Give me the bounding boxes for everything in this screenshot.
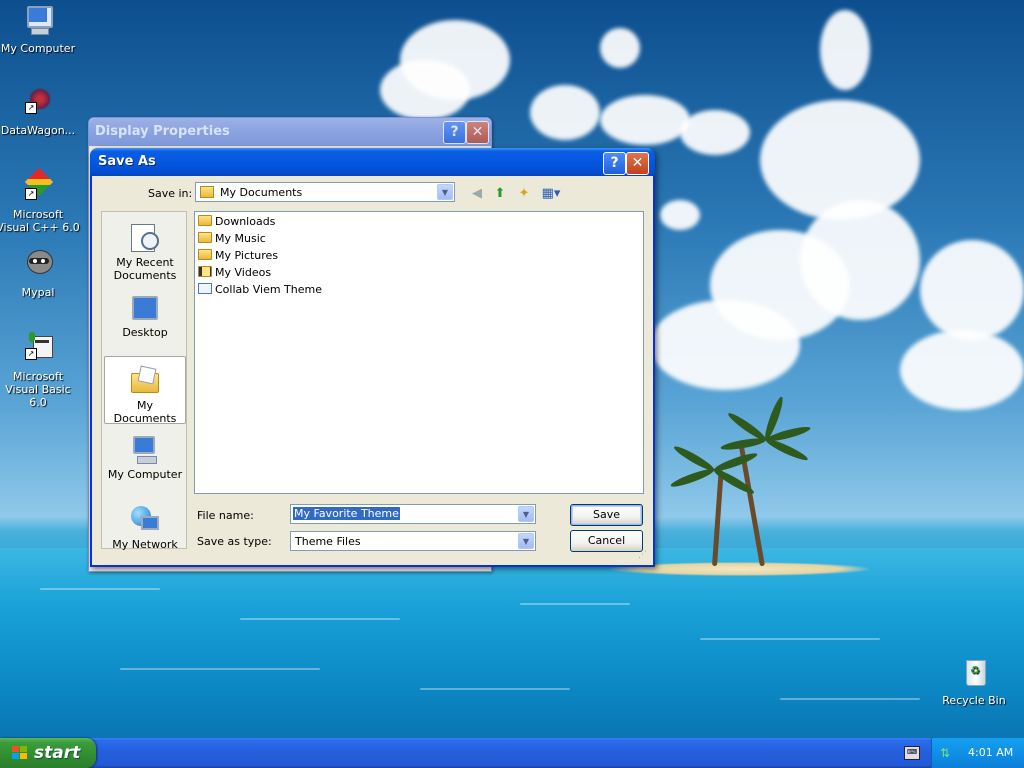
place-label: My Documents <box>113 399 177 425</box>
shortcut-arrow-icon: ↗ <box>25 348 37 360</box>
window-title: Display Properties <box>95 124 230 139</box>
place-label: My Network <box>112 538 178 551</box>
close-button[interactable]: ✕ <box>466 121 489 144</box>
desktop-icon-recycle-bin[interactable]: ♻ Recycle Bin <box>932 656 1016 707</box>
save-button[interactable]: Save <box>570 504 643 526</box>
my-documents-folder-icon <box>200 186 214 198</box>
windows-logo-icon <box>12 746 28 760</box>
back-icon[interactable]: ◀ <box>467 184 487 204</box>
dialog-title: Save As <box>98 154 156 169</box>
visual-basic-icon: ↗ <box>21 332 55 366</box>
place-my-computer[interactable]: My Computer <box>104 426 186 494</box>
my-documents-icon <box>129 365 161 397</box>
shortcut-arrow-icon: ↗ <box>25 188 37 200</box>
desktop-icon <box>129 292 161 324</box>
desktop-icon-my-computer[interactable]: My Computer <box>0 4 80 55</box>
place-my-documents[interactable]: My Documents <box>104 356 186 425</box>
recent-documents-icon <box>129 222 161 254</box>
place-label: My Computer <box>107 468 183 481</box>
desktop-icon-label: Mypal <box>21 286 55 299</box>
pictures-folder-icon <box>198 249 212 260</box>
places-bar: My Recent Documents Desktop My Documents… <box>101 211 187 551</box>
resize-grip-icon[interactable]: ⋰ <box>638 550 648 560</box>
raccoon-icon <box>21 248 55 282</box>
music-folder-icon <box>198 232 212 243</box>
desktop-icon-visual-cpp[interactable]: ↗ Microsoft Visual C++ 6.0 <box>0 167 80 234</box>
close-button[interactable]: ✕ <box>626 152 649 175</box>
videos-folder-icon <box>198 266 212 277</box>
display-properties-titlebar[interactable]: Display Properties ? ✕ <box>89 118 491 146</box>
file-list[interactable]: Downloads My Music My Pictures My Videos… <box>194 211 644 494</box>
place-my-network[interactable]: My Network <box>104 496 186 564</box>
views-menu-icon[interactable]: ▦▾ <box>538 184 564 204</box>
network-globe-icon <box>129 504 161 536</box>
desktop-icon-label: DataWagon... <box>0 124 76 137</box>
visual-cpp-icon: ↗ <box>21 167 55 204</box>
recycle-bin-icon: ♻ <box>957 656 991 690</box>
help-button[interactable]: ? <box>603 152 626 175</box>
datawagon-icon: ↗ <box>21 86 55 120</box>
shortcut-arrow-icon: ↗ <box>25 102 37 114</box>
list-item[interactable]: My Videos <box>198 265 271 281</box>
folder-icon <box>198 215 212 226</box>
cancel-button[interactable]: Cancel <box>570 530 643 552</box>
theme-file-icon <box>198 283 212 294</box>
chevron-down-icon[interactable]: ▼ <box>437 184 453 200</box>
system-tray: ⇅ 4:01 AM <box>931 738 1024 768</box>
save-in-value: My Documents <box>220 186 303 199</box>
taskbar: start ⌨ ⇅ 4:01 AM <box>0 738 1024 768</box>
save-in-dropdown[interactable]: My Documents ▼ <box>195 182 455 202</box>
desktop-icon-label: Microsoft Visual C++ 6.0 <box>0 208 80 234</box>
desktop-icon-mypal[interactable]: Mypal <box>0 248 80 299</box>
list-item[interactable]: My Music <box>198 231 266 247</box>
start-button[interactable]: start <box>0 738 96 768</box>
computer-icon <box>21 4 55 38</box>
desktop-icon-datawagon[interactable]: ↗ DataWagon... <box>0 86 80 137</box>
new-folder-icon[interactable]: ✦ <box>514 184 534 204</box>
desktop-icon-label: Microsoft Visual Basic 6.0 <box>5 370 71 409</box>
up-folder-icon[interactable]: ⬆ <box>490 184 510 204</box>
list-item[interactable]: My Pictures <box>198 248 278 264</box>
file-name-label: File name: <box>197 509 254 522</box>
place-desktop[interactable]: Desktop <box>104 284 186 352</box>
desktop-icon-visual-basic[interactable]: ↗ Microsoft Visual Basic 6.0 <box>0 332 80 409</box>
save-as-type-value: Theme Files <box>295 535 361 548</box>
computer-icon <box>129 434 161 466</box>
place-label: Desktop <box>122 326 168 339</box>
start-label: start <box>34 743 81 763</box>
network-tray-icon[interactable]: ⇅ <box>940 746 954 760</box>
place-label: My Recent Documents <box>113 256 177 282</box>
keyboard-icon[interactable]: ⌨ <box>904 746 920 760</box>
chevron-down-icon[interactable]: ▼ <box>518 506 534 522</box>
save-in-label: Save in: <box>148 187 193 200</box>
desktop-icon-label: My Computer <box>0 42 76 55</box>
file-name-value: My Favorite Theme <box>293 507 400 520</box>
clock[interactable]: 4:01 AM <box>968 738 1013 768</box>
help-button[interactable]: ? <box>443 121 466 144</box>
save-as-type-dropdown[interactable]: Theme Files ▼ <box>290 531 536 551</box>
dialog-titlebar[interactable]: Save As ? ✕ <box>90 148 655 176</box>
file-name-input[interactable]: My Favorite Theme ▼ <box>290 504 536 524</box>
desktop-icon-label: Recycle Bin <box>942 694 1006 707</box>
place-my-recent-documents[interactable]: My Recent Documents <box>104 214 186 282</box>
list-item[interactable]: Collab Viem Theme <box>198 282 322 298</box>
save-as-type-label: Save as type: <box>197 535 272 548</box>
chevron-down-icon[interactable]: ▼ <box>518 533 534 549</box>
list-item[interactable]: Downloads <box>198 214 275 230</box>
